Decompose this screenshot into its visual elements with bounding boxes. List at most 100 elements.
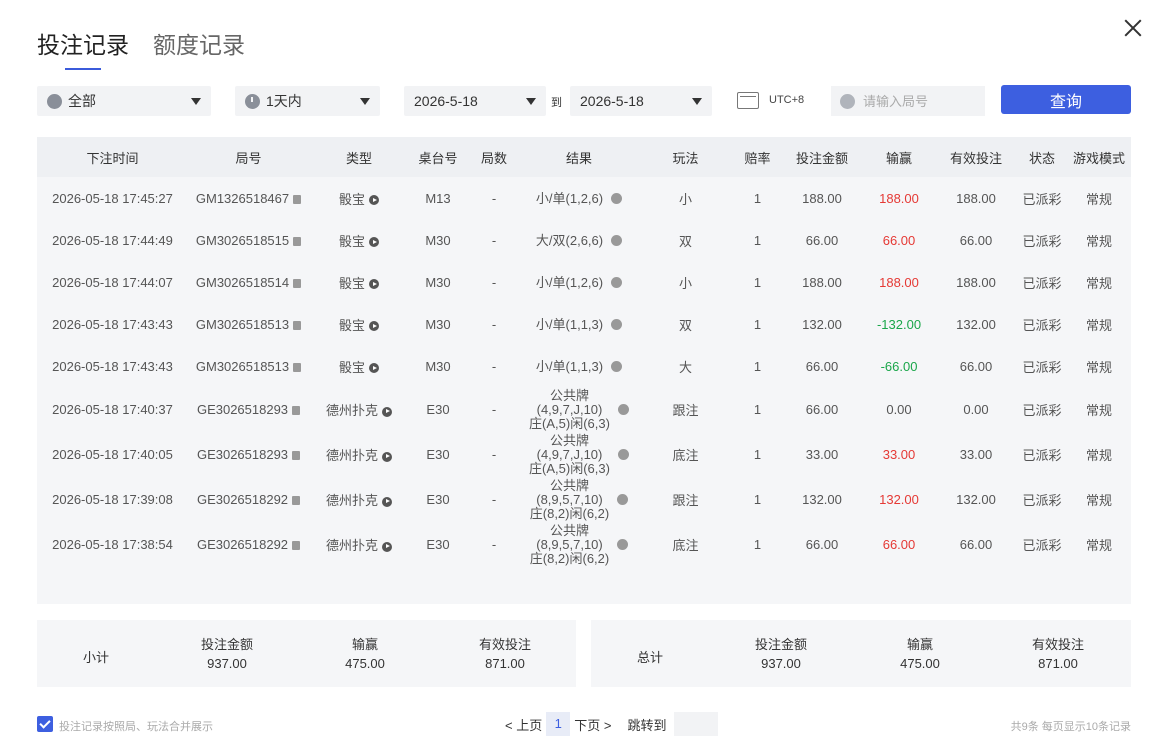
game-category-icon [47,93,62,109]
total-bet-value: 937.00 [761,656,801,671]
result-line: (4,9,7,J,10) [536,446,603,462]
info-icon[interactable] [617,494,629,505]
replay-icon[interactable] [369,195,379,206]
cell-table-no-text: M30 [425,274,451,290]
replay-icon[interactable] [369,321,379,332]
cell-rounds: - [467,177,521,219]
col-header: 下注时间 [86,150,139,166]
tab-credit-records[interactable]: 额度记录 [153,26,245,66]
merge-records-checkbox[interactable] [37,716,53,732]
cell-round-id-text: GM3026518515 [195,232,290,248]
calendar-icon[interactable] [737,92,759,109]
close-icon[interactable] [1123,18,1143,38]
col-header: 玩法 [672,150,699,166]
copy-icon[interactable] [292,406,301,416]
copy-icon[interactable] [293,320,302,330]
cell-type: 德州扑克 [309,387,409,432]
query-button[interactable]: 查询 [1001,85,1131,114]
cell-rounds-text: - [491,402,497,417]
next-page-button[interactable]: 下页 > [574,715,611,734]
cell-round-id: GM3026518513 [188,345,309,387]
period-select[interactable]: 1天内 [235,86,380,116]
cell-time: 2026-05-18 17:43:43 [37,345,188,387]
result-line: 公共牌 [549,477,589,493]
jump-to-label: 跳转到 [627,717,667,733]
copy-icon[interactable] [293,194,302,204]
cell-table-no-text: E30 [426,492,450,507]
table-row: 2026-05-18 17:43:43 GM3026518513 骰宝 M30 - 小/单… [37,345,1131,387]
cell-play: 跟注 [637,387,734,432]
info-icon[interactable] [617,539,629,550]
cell-result: 公共牌 (8,9,5,7,10) 庄(8,2)闲(6,2) [521,522,637,567]
date-from-select[interactable]: 2026-5-18 [404,86,546,116]
subtotal-bet-value: 937.00 [207,656,247,671]
date-to-select[interactable]: 2026-5-18 [570,86,712,116]
cell-round-id: GE3026518293 [188,432,309,477]
replay-icon[interactable] [369,279,379,290]
subtotal-panel: 小计 投注金额 937.00 输赢 475.00 有效投注 871.00 [37,620,576,687]
info-icon[interactable] [617,449,629,460]
cell-type: 骰宝 [309,219,409,261]
subtotal-win-label: 输赢 [351,637,378,652]
copy-icon[interactable] [292,496,301,506]
info-icon[interactable] [611,361,623,373]
replay-icon[interactable] [382,406,392,417]
cell-round-id: GE3026518292 [188,522,309,567]
total-bet-label: 投注金额 [754,637,807,652]
cell-bet-text: 132.00 [802,492,842,507]
cell-odds-text: 1 [753,537,762,552]
info-icon[interactable] [611,193,623,205]
cell-mode-text: 常规 [1085,191,1112,207]
footer-bar: 投注记录按照局、玩法合并展示 < 上页 1 下页 > 跳转到 共9条 每页显示1… [37,712,1131,736]
cell-play: 小 [637,177,734,219]
info-icon[interactable] [611,235,623,247]
cell-valid-text: 33.00 [959,447,993,462]
cell-odds: 1 [734,432,781,477]
cell-valid: 188.00 [935,261,1017,303]
replay-icon[interactable] [382,541,392,552]
subtotal-bet-label: 投注金额 [200,637,253,652]
replay-icon[interactable] [369,363,379,374]
cell-win: -132.00 [863,303,935,345]
cell-round-id-text: GM3026518513 [195,316,290,332]
cell-win-text: 33.00 [882,447,916,462]
cell-status-text: 已派彩 [1022,233,1062,249]
replay-icon[interactable] [382,496,392,507]
table-body: 2026-05-18 17:45:27 GM1326518467 骰宝 M13 - 小/单… [37,177,1131,567]
copy-icon[interactable] [293,236,302,246]
copy-icon[interactable] [292,541,301,551]
result-text: 大/双(2,6,6) [536,233,603,248]
jump-page-input[interactable] [674,712,719,736]
page-1-button[interactable]: 1 [546,712,571,736]
copy-icon[interactable] [292,451,301,461]
cell-play-text: 大 [678,359,692,375]
copy-icon[interactable] [293,278,302,288]
cell-result: 小/单(1,1,3) [521,303,637,345]
replay-icon[interactable] [382,451,392,462]
copy-icon[interactable] [293,362,302,372]
tab-bet-records[interactable]: 投注记录 [37,26,129,70]
category-select[interactable]: 全部 [37,86,211,116]
result-line: (4,9,7,J,10) [536,401,603,417]
filter-bar: 全部 1天内 2026-5-18 到 2026-5-18 UTC+8 查询 [37,85,1131,116]
cell-odds: 1 [734,177,781,219]
cell-play: 跟注 [637,477,734,522]
cell-time: 2026-05-18 17:39:08 [37,477,188,522]
cell-mode-text: 常规 [1085,448,1112,463]
info-icon[interactable] [617,404,629,415]
cell-win-text: -66.00 [880,358,918,374]
cell-rounds-text: - [491,358,497,374]
prev-page-button[interactable]: < 上页 [505,715,542,734]
cell-bet: 66.00 [781,219,863,261]
cell-time: 2026-05-18 17:40:37 [37,387,188,432]
info-icon[interactable] [611,277,623,289]
cell-type: 德州扑克 [309,477,409,522]
cell-mode-text: 常规 [1085,538,1112,553]
cell-table-no-text: M30 [425,316,451,332]
cell-mode-text: 常规 [1085,493,1112,508]
cell-time-text: 2026-05-18 17:39:08 [52,492,173,507]
col-header: 局号 [235,150,262,166]
replay-icon[interactable] [369,237,379,248]
info-icon[interactable] [611,319,623,331]
cell-round-id: GM3026518513 [188,303,309,345]
